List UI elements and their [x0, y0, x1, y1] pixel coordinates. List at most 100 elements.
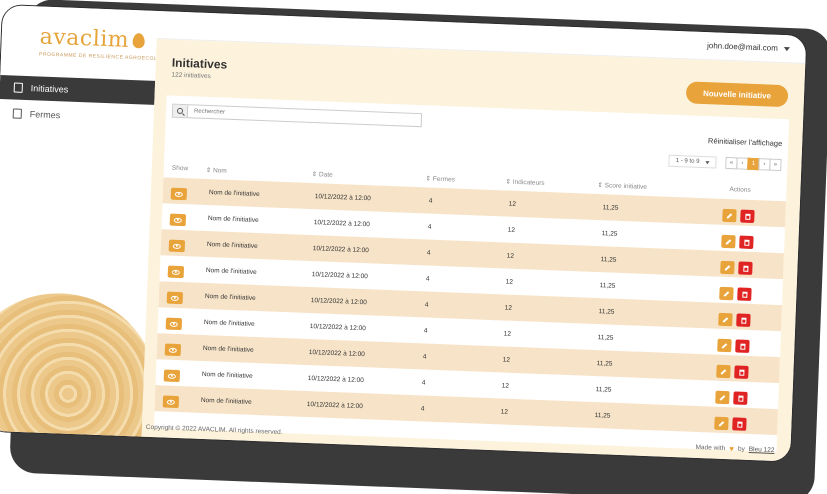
- delete-button[interactable]: [740, 209, 755, 224]
- cell-name: Nom de l'initiative: [200, 396, 252, 406]
- author-link[interactable]: Bleu 122: [749, 446, 775, 454]
- cell-indicators: 12: [505, 278, 514, 286]
- cell-name: Nom de l'initiative: [201, 370, 253, 380]
- cell-indicators: 12: [508, 200, 517, 208]
- cell-indicators: 12: [506, 252, 515, 260]
- cell-date: 10/12/2022 à 12:00: [308, 349, 365, 359]
- edit-button[interactable]: [715, 390, 730, 405]
- col-date-label: Date: [318, 171, 333, 179]
- delete-button[interactable]: [734, 365, 749, 379]
- eye-icon: [174, 191, 183, 197]
- delete-button[interactable]: [739, 235, 754, 250]
- pencil-icon: [722, 316, 729, 323]
- sidebar-item-label: Fermes: [29, 109, 61, 121]
- col-farms[interactable]: ⇕ Fermes: [425, 174, 455, 183]
- cell-indicators: 12: [502, 356, 511, 364]
- cell-indicators: 12: [504, 304, 513, 312]
- cell-farms: 4: [420, 405, 425, 413]
- view-button[interactable]: [167, 265, 185, 279]
- search-button[interactable]: [172, 104, 189, 118]
- col-name[interactable]: ⇕ Nom: [206, 166, 227, 175]
- cell-name: Nom de l'initiative: [208, 189, 260, 199]
- cell-name: Nom de l'initiative: [207, 215, 259, 225]
- trash-icon: [738, 369, 745, 376]
- drop-icon: [132, 33, 146, 49]
- chevron-down-icon: [783, 46, 790, 51]
- farm-icon: [12, 108, 22, 119]
- cell-farms: 4: [427, 223, 432, 231]
- cell-score: 11,25: [600, 256, 617, 264]
- view-button[interactable]: [163, 369, 181, 383]
- view-button[interactable]: [164, 343, 182, 357]
- cell-score: 11,25: [601, 230, 618, 238]
- logo: avaclim PROGRAMME DE RESILIENCE AGROECOL…: [39, 24, 180, 62]
- made-by-label: by: [737, 445, 745, 453]
- eye-icon: [172, 243, 181, 249]
- sidebar-item-label: Initiatives: [30, 83, 69, 95]
- cell-indicators: 12: [501, 382, 510, 390]
- cell-farms: 4: [421, 379, 426, 387]
- new-initiative-button[interactable]: Nouvelle initiative: [685, 81, 789, 108]
- reset-view-link[interactable]: Réinitialiser l'affichage: [708, 136, 783, 148]
- delete-button[interactable]: [736, 313, 751, 327]
- cell-date: 10/12/2022 à 12:00: [309, 323, 366, 333]
- cell-farms: 4: [424, 301, 429, 309]
- edit-button[interactable]: [716, 364, 731, 379]
- delete-button[interactable]: [738, 261, 753, 275]
- view-button[interactable]: [169, 213, 187, 227]
- edit-button[interactable]: [718, 312, 733, 327]
- edit-button[interactable]: [719, 286, 734, 301]
- view-button[interactable]: [165, 317, 183, 331]
- page-title: Initiatives: [171, 55, 228, 72]
- view-button[interactable]: [170, 187, 188, 201]
- delete-button[interactable]: [733, 391, 748, 405]
- trash-icon: [737, 395, 744, 402]
- col-indicators[interactable]: ⇕ Indicateurs: [505, 177, 544, 186]
- trash-icon: [741, 291, 748, 298]
- user-email: john.doe@mail.com: [706, 41, 779, 53]
- sidebar-item-initiatives[interactable]: Initiatives: [0, 74, 156, 105]
- pencil-icon: [721, 342, 728, 349]
- cell-score: 11,25: [597, 334, 614, 342]
- col-score-label: Score initiative: [604, 182, 648, 191]
- made-with: Made with ♥ by Bleu 122: [695, 443, 774, 455]
- trash-icon: [739, 343, 746, 350]
- edit-button[interactable]: [720, 260, 735, 275]
- pencil-icon: [718, 420, 725, 427]
- cell-indicators: 12: [503, 330, 512, 338]
- search-icon: [176, 107, 184, 115]
- trash-icon: [744, 213, 751, 220]
- sidebar: avaclim PROGRAMME DE RESILIENCE AGROECOL…: [0, 5, 180, 463]
- col-score[interactable]: ⇕ Score initiative: [597, 181, 647, 191]
- cell-name: Nom de l'initiative: [205, 267, 257, 276]
- eye-icon: [168, 347, 177, 353]
- sidebar-item-fermes[interactable]: Fermes: [0, 101, 154, 131]
- logo-text: avaclim: [39, 24, 130, 53]
- pencil-icon: [723, 290, 730, 297]
- view-button[interactable]: [162, 395, 180, 409]
- edit-button[interactable]: [717, 338, 732, 353]
- trash-icon: [742, 265, 749, 272]
- cell-score: 11,25: [596, 360, 613, 368]
- user-menu[interactable]: john.doe@mail.com: [707, 41, 790, 53]
- cell-name: Nom de l'initiative: [202, 344, 254, 354]
- cell-indicators: 12: [507, 226, 516, 234]
- delete-button[interactable]: [737, 287, 752, 301]
- cell-farms: 4: [422, 353, 427, 361]
- edit-button[interactable]: [714, 416, 729, 431]
- trash-icon: [740, 317, 747, 324]
- cell-score: 11,25: [595, 386, 612, 394]
- cell-farms: 4: [423, 327, 428, 335]
- edit-button[interactable]: [722, 208, 737, 223]
- page-range-label: 1 - 9 to 9: [675, 157, 700, 165]
- edit-button[interactable]: [721, 234, 736, 249]
- view-button[interactable]: [166, 291, 184, 305]
- pencil-icon: [720, 368, 727, 375]
- col-date[interactable]: ⇕ Date: [312, 170, 333, 179]
- search-input[interactable]: [187, 108, 418, 124]
- view-button[interactable]: [168, 239, 186, 253]
- delete-button[interactable]: [732, 417, 747, 431]
- delete-button[interactable]: [735, 339, 750, 353]
- page-range-select[interactable]: 1 - 9 to 9: [668, 154, 717, 169]
- last-page-button[interactable]: »: [769, 158, 782, 172]
